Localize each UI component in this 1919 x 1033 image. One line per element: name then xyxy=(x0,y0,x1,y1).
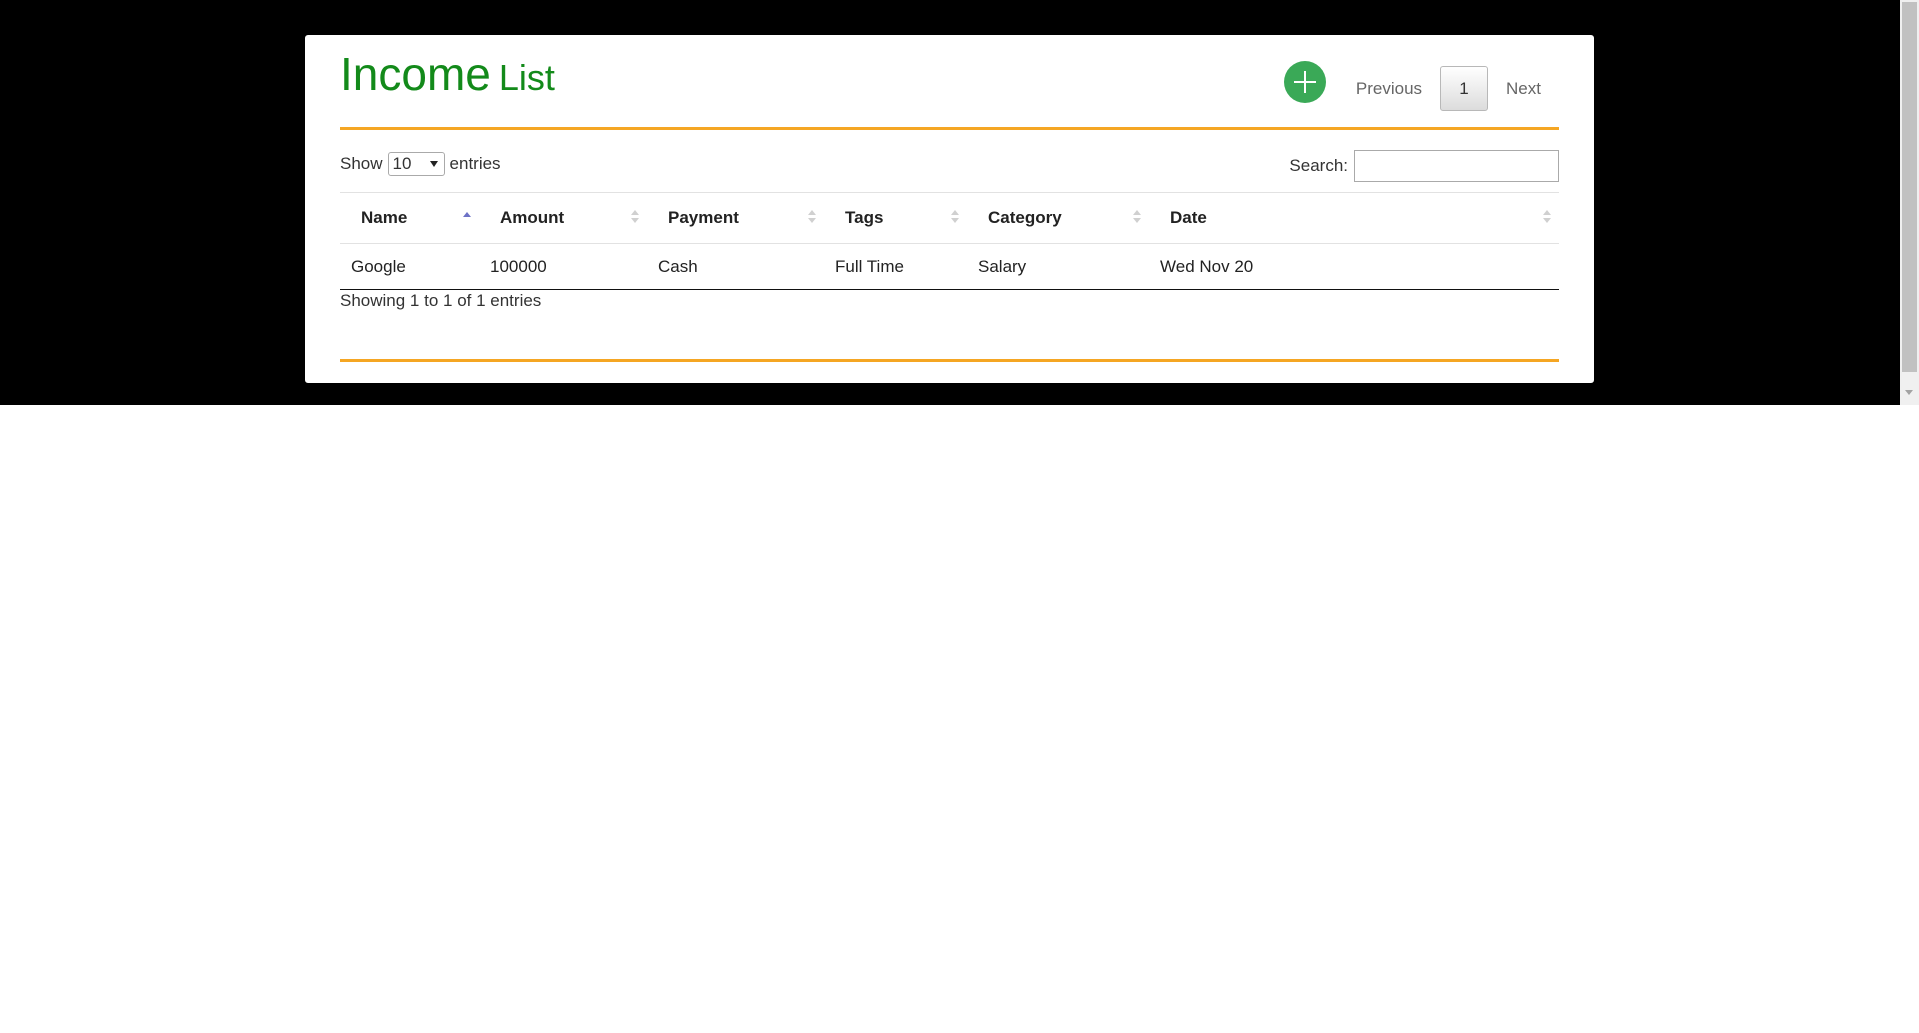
entries-label: entries xyxy=(449,154,501,173)
table-header-row: Name Amount Payment Tags Category Date xyxy=(340,192,1559,244)
header-divider xyxy=(340,127,1559,130)
column-header-name[interactable]: Name xyxy=(340,192,479,244)
cell-payment: Cash xyxy=(647,243,824,290)
add-income-button[interactable] xyxy=(1284,61,1326,103)
column-header-category[interactable]: Category xyxy=(967,192,1149,244)
chevron-down-icon xyxy=(429,161,438,167)
pagination: Previous 1 Next xyxy=(1338,66,1559,111)
search-label: Search: xyxy=(1289,156,1348,175)
footer-divider xyxy=(340,359,1559,362)
column-header-tags[interactable]: Tags xyxy=(824,192,967,244)
sort-icon xyxy=(951,210,959,224)
cell-category: Salary xyxy=(967,243,1149,290)
next-page-button[interactable]: Next xyxy=(1488,79,1559,99)
page-1-button[interactable]: 1 xyxy=(1440,66,1489,111)
table-info: Showing 1 to 1 of 1 entries xyxy=(340,291,542,310)
show-label: Show xyxy=(340,154,383,173)
scrollbar-thumb[interactable] xyxy=(1902,2,1917,372)
page-title-sub: List xyxy=(498,57,555,98)
income-table: Name Amount Payment Tags Category Date G… xyxy=(340,192,1559,290)
entries-select[interactable]: 10 xyxy=(387,152,445,176)
income-card: Income List Show 10 entries Search: Name … xyxy=(305,35,1594,383)
cell-date: Wed Nov 20 xyxy=(1149,243,1559,290)
search-control: Search: xyxy=(1289,150,1559,182)
sort-icon xyxy=(631,210,639,224)
scroll-down-icon[interactable] xyxy=(1905,390,1913,395)
table-row: Google 100000 Cash Full Time Salary Wed … xyxy=(340,243,1559,290)
cell-amount: 100000 xyxy=(479,243,647,290)
sort-icon xyxy=(1133,210,1141,224)
cell-name: Google xyxy=(340,243,479,290)
column-header-date[interactable]: Date xyxy=(1149,192,1559,244)
column-header-payment[interactable]: Payment xyxy=(647,192,824,244)
page-title: Income List xyxy=(340,47,555,101)
entries-select-value: 10 xyxy=(392,154,412,173)
previous-page-button[interactable]: Previous xyxy=(1338,79,1440,99)
entries-length-control: Show 10 entries xyxy=(340,152,501,176)
sort-icon xyxy=(1543,210,1551,224)
vertical-scrollbar[interactable] xyxy=(1900,0,1919,405)
sort-icon xyxy=(808,210,816,224)
search-input[interactable] xyxy=(1354,150,1559,182)
sort-ascending-icon xyxy=(463,210,471,224)
cell-tags: Full Time xyxy=(824,243,967,290)
page-title-main: Income xyxy=(340,48,491,100)
column-header-amount[interactable]: Amount xyxy=(479,192,647,244)
